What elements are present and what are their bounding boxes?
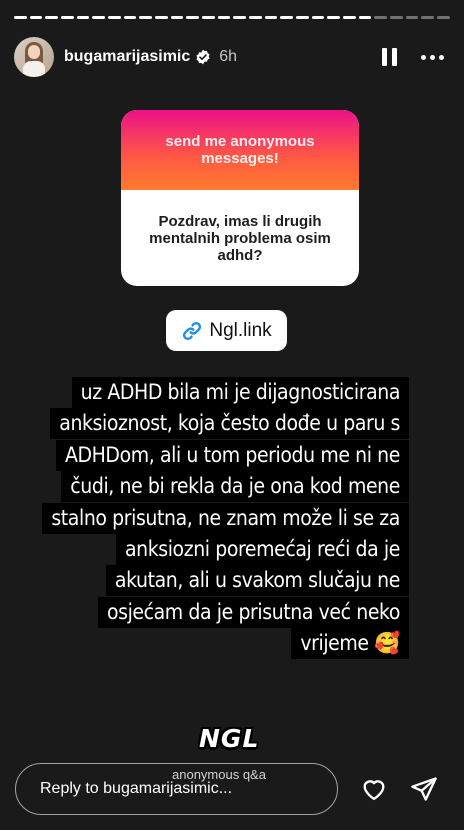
progress-segment bbox=[421, 16, 435, 19]
story-caption: anonymous q&a bbox=[172, 767, 266, 782]
answer-line: vrijeme 🥰 bbox=[291, 628, 409, 660]
progress-segment bbox=[76, 16, 90, 19]
question-card-body: Pozdrav, imas li drugih mentalnih proble… bbox=[121, 190, 359, 286]
progress-segment bbox=[61, 16, 74, 19]
progress-segment bbox=[170, 16, 184, 19]
progress-segment bbox=[343, 16, 356, 19]
story-progress-bar bbox=[14, 16, 450, 19]
pause-icon[interactable] bbox=[382, 48, 397, 66]
progress-segment bbox=[311, 16, 325, 19]
ngl-link-sticker[interactable]: Ngl.link bbox=[166, 310, 287, 351]
answer-line: ADHDom, ali u tom periodu me ni ne bbox=[55, 439, 409, 471]
avatar[interactable] bbox=[14, 37, 54, 77]
progress-segment bbox=[14, 16, 27, 19]
link-label: Ngl.link bbox=[209, 319, 272, 341]
progress-segment bbox=[327, 16, 341, 19]
progress-segment bbox=[437, 16, 450, 19]
answer-line: čudi, ne bi rekla da je ona kod mene bbox=[61, 471, 409, 503]
more-options-icon[interactable] bbox=[421, 54, 444, 60]
ngl-sticker: NGL bbox=[199, 724, 260, 753]
answer-line: stalno prisutna, ne znam može li se za bbox=[42, 502, 409, 534]
progress-segment bbox=[45, 16, 59, 19]
username[interactable]: bugamarijasimic bbox=[64, 48, 190, 66]
question-card-header: send me anonymous messages! bbox=[121, 110, 359, 190]
progress-segment bbox=[155, 16, 168, 19]
progress-segment bbox=[186, 16, 200, 19]
send-icon[interactable] bbox=[410, 775, 438, 803]
progress-segment bbox=[390, 16, 403, 19]
answer-line: uz ADHD bila mi je dijagnosticirana bbox=[71, 377, 409, 408]
progress-segment bbox=[358, 16, 372, 19]
answer-text: uz ADHD bila mi je dijagnosticirana anksi… bbox=[39, 377, 409, 660]
answer-line: anksioznost, koja često dođe u paru s bbox=[50, 408, 409, 440]
reply-placeholder: Reply to bugamarijasimic... bbox=[40, 780, 233, 797]
progress-segment bbox=[123, 16, 137, 19]
heart-icon[interactable] bbox=[359, 775, 389, 803]
progress-segment bbox=[249, 16, 262, 19]
progress-segment bbox=[202, 16, 215, 19]
verified-badge-icon bbox=[196, 49, 210, 65]
post-time: 6h bbox=[219, 48, 238, 65]
progress-segment bbox=[29, 16, 43, 19]
progress-segment bbox=[374, 16, 388, 19]
question-prompt: send me anonymous messages! bbox=[165, 133, 315, 167]
story-header: bugamarijasimic 6h bbox=[14, 35, 448, 79]
progress-segment bbox=[92, 16, 106, 19]
answer-line: anksiozni poremećaj reći da je bbox=[115, 533, 409, 565]
progress-segment bbox=[264, 16, 278, 19]
progress-segment bbox=[405, 16, 419, 19]
answer-line: osjećam da je prisutna već neko bbox=[97, 596, 409, 628]
progress-segment bbox=[139, 16, 153, 19]
progress-segment bbox=[280, 16, 294, 19]
answer-line: akutan, ali u svakom slučaju ne bbox=[105, 565, 409, 597]
question-card: send me anonymous messages! Pozdrav, ima… bbox=[121, 110, 359, 286]
progress-segment bbox=[108, 16, 121, 19]
progress-segment bbox=[296, 16, 309, 19]
progress-segment bbox=[217, 16, 231, 19]
question-text: Pozdrav, imas li drugih mentalnih proble… bbox=[149, 212, 331, 264]
link-icon bbox=[183, 321, 202, 340]
progress-segment bbox=[233, 16, 247, 19]
